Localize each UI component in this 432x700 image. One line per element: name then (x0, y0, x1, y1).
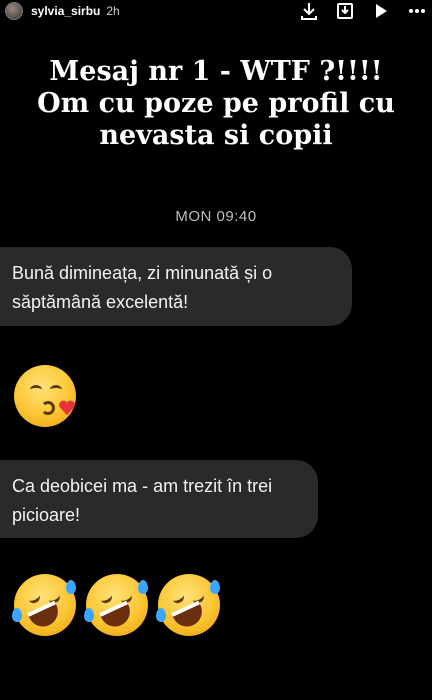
caption-line-3: nevasta si copii (99, 120, 333, 151)
kiss-emoji-icon (14, 365, 76, 427)
save-icon[interactable] (330, 0, 360, 22)
play-icon[interactable] (366, 0, 396, 22)
laughing-emoji-icon (12, 574, 76, 636)
emoji-message[interactable] (14, 365, 86, 427)
caption-line-1: Mesaj nr 1 - WTF ?!!!! (49, 56, 383, 87)
caption-line-2: Om cu poze pe profil cu (37, 88, 395, 119)
avatar[interactable] (5, 2, 23, 20)
more-icon[interactable] (402, 0, 432, 22)
message-bubble[interactable]: Ca deobicei ma - am trezit în trei picio… (0, 460, 318, 538)
username[interactable]: sylvia_sirbu (31, 4, 100, 18)
emoji-message[interactable] (12, 574, 230, 636)
time-ago: 2h (106, 4, 120, 18)
message-timestamp: MON 09:40 (175, 208, 257, 225)
overlay-caption: Mesaj nr 1 - WTF ?!!!! Om cu poze pe pro… (0, 56, 432, 152)
laughing-emoji-icon (156, 574, 220, 636)
story-header: sylvia_sirbu 2h (0, 0, 432, 22)
message-bubble[interactable]: Bună dimineața, zi minunată și o săptămâ… (0, 247, 352, 326)
laughing-emoji-icon (84, 574, 148, 636)
download-icon[interactable] (294, 0, 324, 22)
story-actions (288, 0, 432, 22)
